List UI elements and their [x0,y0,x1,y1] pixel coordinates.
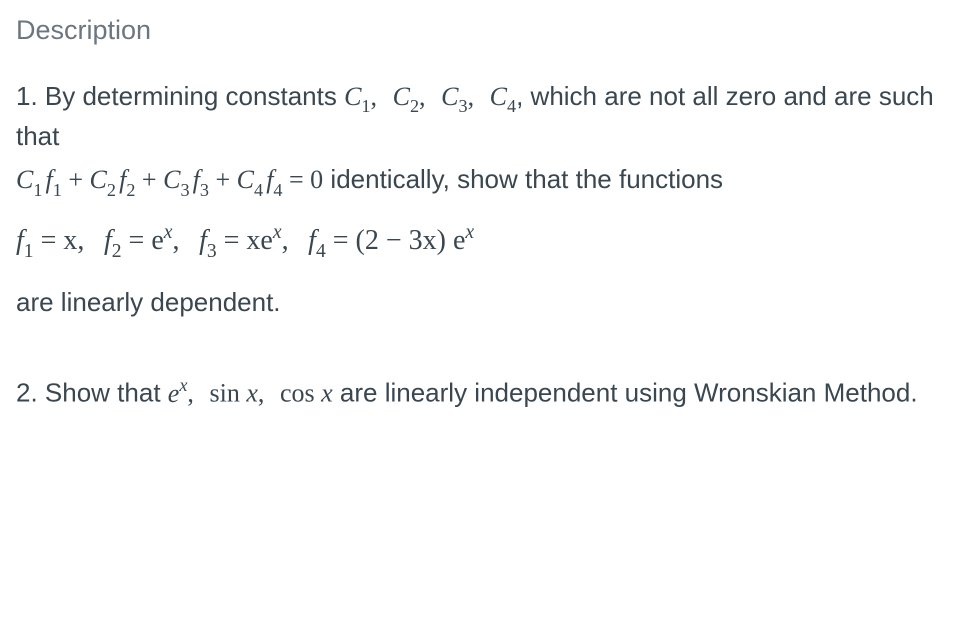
text: are linearly independent using Wronskian… [333,378,918,408]
fn-f3: f3 = xex, [199,225,289,256]
problem-1: 1. By determining constants C1, C2, C3, … [16,78,942,320]
math-c3: C3 [441,82,467,111]
problem-1-tail: are linearly dependent. [16,284,942,320]
fn-f2: f2 = ex, [104,225,180,256]
description-heading: Description [16,12,942,50]
plus: + [62,165,90,194]
comma: , [468,82,481,111]
problem-2: 2. Show that ex, sin x, cos x are linear… [16,374,942,412]
fn-f4: f4 = (2 − 3x) ex [308,225,474,256]
comma: , [419,82,432,111]
plus: + [135,165,163,194]
plus: + [209,165,237,194]
fn-f1: f1 = x, [16,225,84,256]
problem-1-equation: C1f1 + C2f2 + C3f3 + C4f4 = 0 identicall… [16,161,942,202]
math-x: x [246,379,258,408]
text: identically, show that the functions [323,164,723,194]
text: 2. Show that [16,378,168,408]
problem-1-intro: 1. By determining constants C1, C2, C3, … [16,78,942,155]
problem-2-text: 2. Show that ex, sin x, cos x are linear… [16,374,942,412]
math-c2: C2 [393,82,419,111]
problem-1-functions: f1 = x, f2 = ex, f3 = xex, f4 = (2 − 3x) ex [16,220,942,264]
math-sin: sin [209,379,246,408]
math-cos: cos [280,379,321,408]
term-c3f3: C3f3 [163,165,209,194]
comma: , [258,379,271,408]
math-c4: C4 [490,82,516,111]
comma: , [187,379,200,408]
math-x: x [321,379,333,408]
text: 1. By determining constants [16,81,344,111]
math-ex: ex [168,379,188,408]
equals-zero: = 0 [283,165,324,194]
math-c1: C1 [344,82,370,111]
comma: , [371,82,384,111]
term-c1f1: C1f1 [16,165,62,194]
term-c2f2: C2f2 [90,165,136,194]
term-c4f4: C4f4 [237,165,283,194]
